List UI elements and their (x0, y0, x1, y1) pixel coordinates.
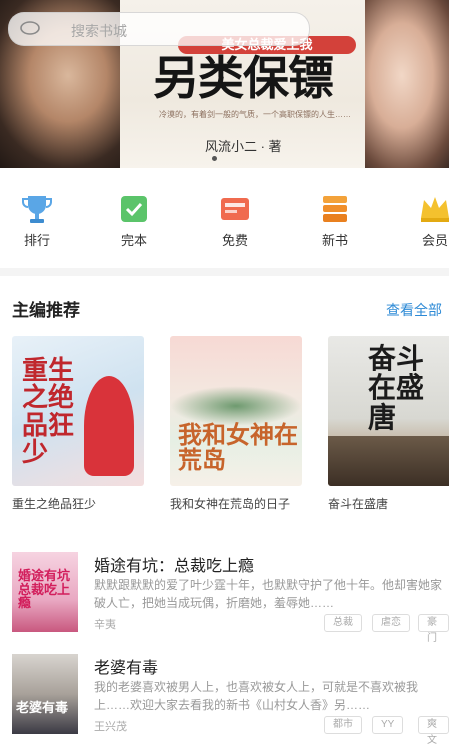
book-cover: 重生之绝品狂少 (12, 336, 144, 486)
list-item-title: 老婆有毒 (94, 660, 159, 677)
list-item-tag: 都市 (324, 716, 362, 734)
trophy-icon (22, 196, 52, 223)
list-item-cover: 老婆有毒 (12, 654, 78, 734)
list-item-tag: 豪门 (418, 614, 449, 644)
category-completed[interactable]: 完本 (103, 186, 163, 252)
book-cover-title: 重生之绝品狂少 (22, 356, 75, 468)
category-label: 会员 (421, 233, 448, 248)
section-title: 主编推荐 (12, 301, 80, 320)
category-label: 完本 (120, 233, 147, 248)
list-item-tag: 爽文 (418, 716, 449, 746)
category-vip[interactable]: 会员 (404, 186, 449, 252)
category-nav: 排行 完本 免费 新书 会员 (0, 186, 449, 252)
cover-palace (328, 436, 449, 486)
book-cover: 我和女神在荒岛 (170, 336, 302, 486)
list-item-cover-title: 老婆有毒 (16, 701, 69, 716)
category-label: 排行 (23, 233, 50, 248)
list-item-description: 默默跟默默的爱了叶少霆十年，也默默守护了他十年。他却害她家破人亡，把她当成玩偶，… (94, 578, 443, 610)
free-card-icon (221, 198, 249, 220)
list-item[interactable]: 老婆有毒 老婆有毒 我的老婆喜欢被男人上，也喜欢被女人上，可就是不喜欢被我上……… (0, 654, 449, 746)
book-cover-title: 奋斗在盛唐 (368, 342, 425, 434)
book-title: 重生之绝品狂少 (12, 497, 97, 511)
category-free[interactable]: 免费 (204, 186, 264, 252)
list-item-tag: 虐恋 (372, 614, 410, 632)
list-item-author: 王兴茂 (94, 721, 127, 733)
category-label: 免费 (221, 233, 248, 248)
carousel-indicator[interactable] (212, 156, 217, 161)
book-check-icon (121, 196, 147, 222)
list-item[interactable]: 婚途有坑总裁吃上瘾 婚途有坑：总裁吃上瘾 默默跟默默的爱了叶少霆十年，也默默守护… (0, 552, 449, 644)
books-stack-icon (323, 196, 347, 222)
section-divider (0, 268, 449, 276)
list-item-cover: 婚途有坑总裁吃上瘾 (12, 552, 78, 632)
category-ranking[interactable]: 排行 (6, 186, 66, 252)
list-item-author: 辛夷 (94, 619, 116, 631)
list-item-description: 我的老婆喜欢被男人上，也喜欢被女人上，可就是不喜欢被我上……欢迎大家去看我的新书… (94, 680, 419, 712)
book-cover: 奋斗在盛唐 (328, 336, 449, 486)
book-title: 我和女神在荒岛的日子 (170, 497, 291, 511)
search-bar[interactable]: 搜索书城 (8, 12, 310, 46)
list-item-tag: YY (372, 716, 404, 734)
book-title: 奋斗在盛唐 (328, 497, 389, 511)
banner-title: 另类保镖 (153, 51, 334, 105)
search-placeholder: 搜索书城 (71, 23, 127, 39)
banner-tagline: 冷漠的，有着剑一般的气质，一个高职保镖的人生…… (159, 110, 351, 119)
list-item-tag: 总裁 (324, 614, 362, 632)
list-item-cover-title: 婚途有坑总裁吃上瘾 (18, 569, 71, 612)
crown-icon (421, 197, 449, 222)
book-card[interactable]: 奋斗在盛唐 奋斗在盛唐 (328, 336, 449, 512)
category-label: 新书 (321, 233, 348, 248)
book-card[interactable]: 重生之绝品狂少 重生之绝品狂少 (12, 336, 144, 512)
banner-author: 风流小二 · 著 (205, 139, 282, 154)
banner-female-figure (365, 0, 449, 168)
search-icon (20, 21, 40, 35)
book-card[interactable]: 我和女神在荒岛 我和女神在荒岛的日子 (170, 336, 302, 512)
book-cover-title: 我和女神在荒岛 (178, 420, 298, 475)
list-item-title: 婚途有坑：总裁吃上瘾 (94, 558, 255, 575)
category-new-books[interactable]: 新书 (304, 186, 364, 252)
view-all-link[interactable]: 查看全部 (386, 300, 442, 320)
